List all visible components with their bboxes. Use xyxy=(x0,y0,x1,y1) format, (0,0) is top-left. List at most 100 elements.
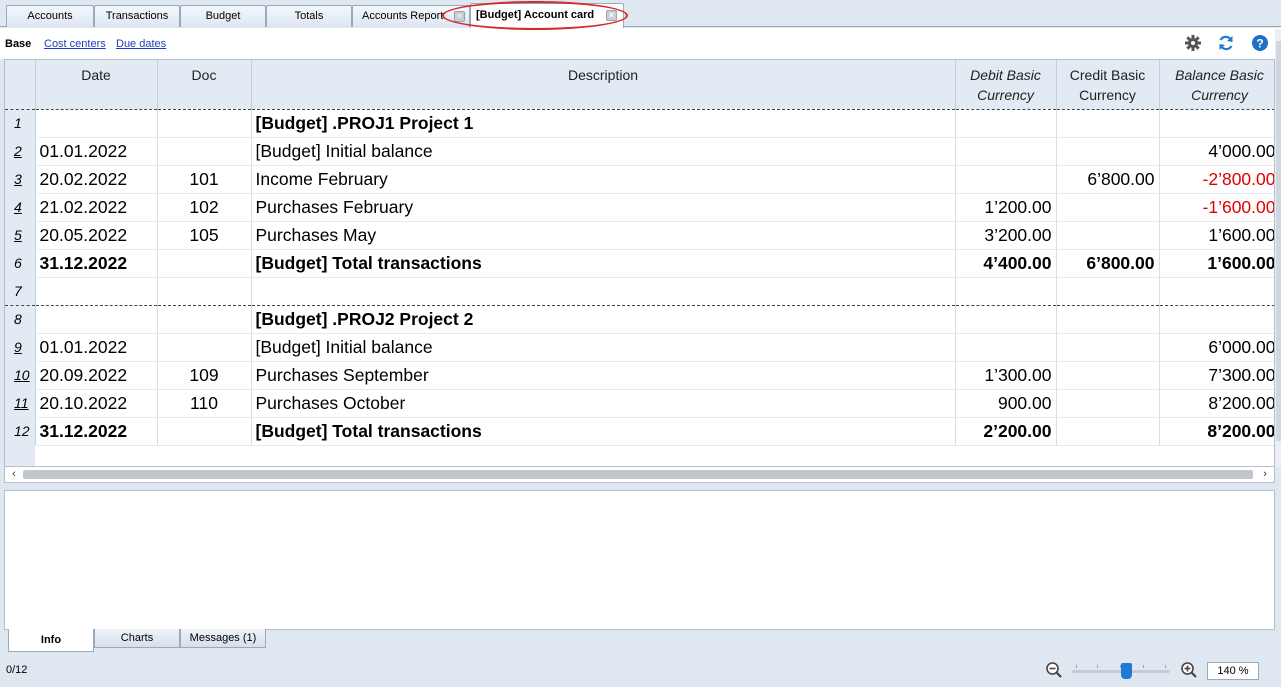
cell-description[interactable]: [Budget] .PROJ2 Project 2 xyxy=(251,305,956,334)
tab-totals[interactable]: Totals xyxy=(266,5,352,27)
scroll-left-icon[interactable]: ‹ xyxy=(7,467,21,481)
cell-balance[interactable]: 1’600.00 xyxy=(1159,221,1274,250)
cell-date[interactable] xyxy=(35,109,158,138)
cell-doc[interactable] xyxy=(157,109,252,138)
zoom-in-icon[interactable] xyxy=(1180,661,1198,679)
cell-doc[interactable]: 101 xyxy=(157,165,252,194)
cell-doc[interactable] xyxy=(157,305,252,334)
cell-debit[interactable] xyxy=(955,109,1057,138)
row-number[interactable]: 8 xyxy=(5,305,36,334)
cell-balance[interactable]: -1’600.00 xyxy=(1159,193,1274,222)
cell-description[interactable]: [Budget] Total transactions xyxy=(251,417,956,446)
vertical-scrollbar-thumb[interactable] xyxy=(1276,41,1281,441)
horizontal-scrollbar[interactable]: ‹ › xyxy=(4,467,1275,483)
table-row[interactable]: 3 20.02.2022 101 Income February 6’800.00 -2’… xyxy=(5,165,1274,194)
table-row[interactable]: 9 01.01.2022 [Budget] Initial balance 6’000… xyxy=(5,333,1274,362)
cell-balance[interactable]: -2’800.00 xyxy=(1159,165,1274,194)
column-header-debit[interactable]: Debit Basic Currency xyxy=(955,60,1057,110)
tab-budget[interactable]: Budget xyxy=(180,5,266,27)
subtab-due-dates[interactable]: Due dates xyxy=(116,38,166,50)
cell-date[interactable]: 01.01.2022 xyxy=(35,137,158,166)
cell-description[interactable]: Purchases February xyxy=(251,193,956,222)
tab-charts[interactable]: Charts xyxy=(94,629,180,648)
cell-credit[interactable] xyxy=(1056,221,1160,250)
row-number[interactable]: 9 xyxy=(5,333,36,362)
table-row[interactable]: 11 20.10.2022 110 Purchases October 900.00 8’… xyxy=(5,389,1274,418)
cell-credit[interactable] xyxy=(1056,193,1160,222)
scroll-right-icon[interactable]: › xyxy=(1258,467,1272,481)
vertical-scrollbar[interactable] xyxy=(1275,29,1281,467)
cell-doc[interactable]: 105 xyxy=(157,221,252,250)
cell-debit[interactable] xyxy=(955,165,1057,194)
cell-debit[interactable] xyxy=(955,333,1057,362)
cell-credit[interactable]: 6’800.00 xyxy=(1056,249,1160,278)
cell-credit[interactable] xyxy=(1056,109,1160,138)
cell-credit[interactable] xyxy=(1056,137,1160,166)
row-number[interactable]: 1 xyxy=(5,109,36,138)
row-number[interactable]: 12 xyxy=(5,417,36,446)
cell-date[interactable]: 31.12.2022 xyxy=(35,249,158,278)
column-header-doc[interactable]: Doc xyxy=(157,60,252,110)
cell-balance[interactable]: 6’000.00 xyxy=(1159,333,1274,362)
cell-debit[interactable] xyxy=(955,277,1057,306)
table-row[interactable]: 12 31.12.2022 [Budget] Total transactions 2… xyxy=(5,417,1274,446)
tab-info[interactable]: Info xyxy=(8,629,94,652)
table-row[interactable]: 7 xyxy=(5,277,1274,306)
row-number[interactable]: 11 xyxy=(5,389,36,418)
tab-accounts[interactable]: Accounts xyxy=(6,5,94,27)
cell-description[interactable]: Purchases October xyxy=(251,389,956,418)
cell-debit[interactable]: 2’200.00 xyxy=(955,417,1057,446)
cell-balance[interactable]: 8’200.00 xyxy=(1159,417,1274,446)
cell-date[interactable]: 20.09.2022 xyxy=(35,361,158,390)
table-row[interactable]: 2 01.01.2022 [Budget] Initial balance 4’000… xyxy=(5,137,1274,166)
cell-date[interactable]: 20.05.2022 xyxy=(35,221,158,250)
cell-description[interactable]: Income February xyxy=(251,165,956,194)
cell-date[interactable]: 21.02.2022 xyxy=(35,193,158,222)
subtab-base[interactable]: Base xyxy=(5,38,31,50)
horizontal-scrollbar-thumb[interactable] xyxy=(23,470,1253,479)
cell-description[interactable]: Purchases May xyxy=(251,221,956,250)
cell-description[interactable]: Purchases September xyxy=(251,361,956,390)
cell-debit[interactable]: 1’200.00 xyxy=(955,193,1057,222)
row-number[interactable]: 6 xyxy=(5,249,36,278)
cell-balance[interactable] xyxy=(1159,277,1274,306)
subtab-cost-centers[interactable]: Cost centers xyxy=(44,38,106,50)
cell-credit[interactable] xyxy=(1056,417,1160,446)
row-number[interactable]: 7 xyxy=(5,277,36,306)
cell-balance[interactable]: 4’000.00 xyxy=(1159,137,1274,166)
cell-doc[interactable]: 110 xyxy=(157,389,252,418)
help-icon[interactable]: ? xyxy=(1251,34,1269,52)
cell-credit[interactable] xyxy=(1056,305,1160,334)
row-number[interactable]: 10 xyxy=(5,361,36,390)
cell-description[interactable]: [Budget] Initial balance xyxy=(251,137,956,166)
cell-description[interactable]: [Budget] .PROJ1 Project 1 xyxy=(251,109,956,138)
cell-date[interactable] xyxy=(35,277,158,306)
cell-balance[interactable] xyxy=(1159,109,1274,138)
cell-date[interactable]: 31.12.2022 xyxy=(35,417,158,446)
cell-doc[interactable] xyxy=(157,137,252,166)
row-number[interactable]: 5 xyxy=(5,221,36,250)
row-number[interactable]: 2 xyxy=(5,137,36,166)
zoom-slider[interactable] xyxy=(1072,663,1170,679)
cell-description[interactable]: [Budget] Initial balance xyxy=(251,333,956,362)
cell-doc[interactable] xyxy=(157,417,252,446)
table-row[interactable]: 8 [Budget] .PROJ2 Project 2 xyxy=(5,305,1274,334)
table-row[interactable]: 5 20.05.2022 105 Purchases May 3’200.00 1’600… xyxy=(5,221,1274,250)
cell-balance[interactable]: 1’600.00 xyxy=(1159,249,1274,278)
cell-credit[interactable]: 6’800.00 xyxy=(1056,165,1160,194)
cell-balance[interactable]: 7’300.00 xyxy=(1159,361,1274,390)
cell-debit[interactable]: 900.00 xyxy=(955,389,1057,418)
column-header-balance[interactable]: Balance Basic Currency xyxy=(1159,60,1274,110)
cell-date[interactable] xyxy=(35,305,158,334)
table-row[interactable]: 6 31.12.2022 [Budget] Total transactions 4’… xyxy=(5,249,1274,278)
cell-doc[interactable] xyxy=(157,333,252,362)
column-header-date[interactable]: Date xyxy=(35,60,158,110)
tab-budget-account-card[interactable]: [Budget] Account card × xyxy=(470,3,624,28)
cell-balance[interactable]: 8’200.00 xyxy=(1159,389,1274,418)
table-row[interactable]: 1 [Budget] .PROJ1 Project 1 xyxy=(5,109,1274,138)
cell-debit[interactable]: 4’400.00 xyxy=(955,249,1057,278)
zoom-slider-knob[interactable] xyxy=(1121,663,1132,679)
close-icon[interactable]: × xyxy=(606,10,617,21)
tab-transactions[interactable]: Transactions xyxy=(94,5,180,27)
cell-doc[interactable] xyxy=(157,249,252,278)
